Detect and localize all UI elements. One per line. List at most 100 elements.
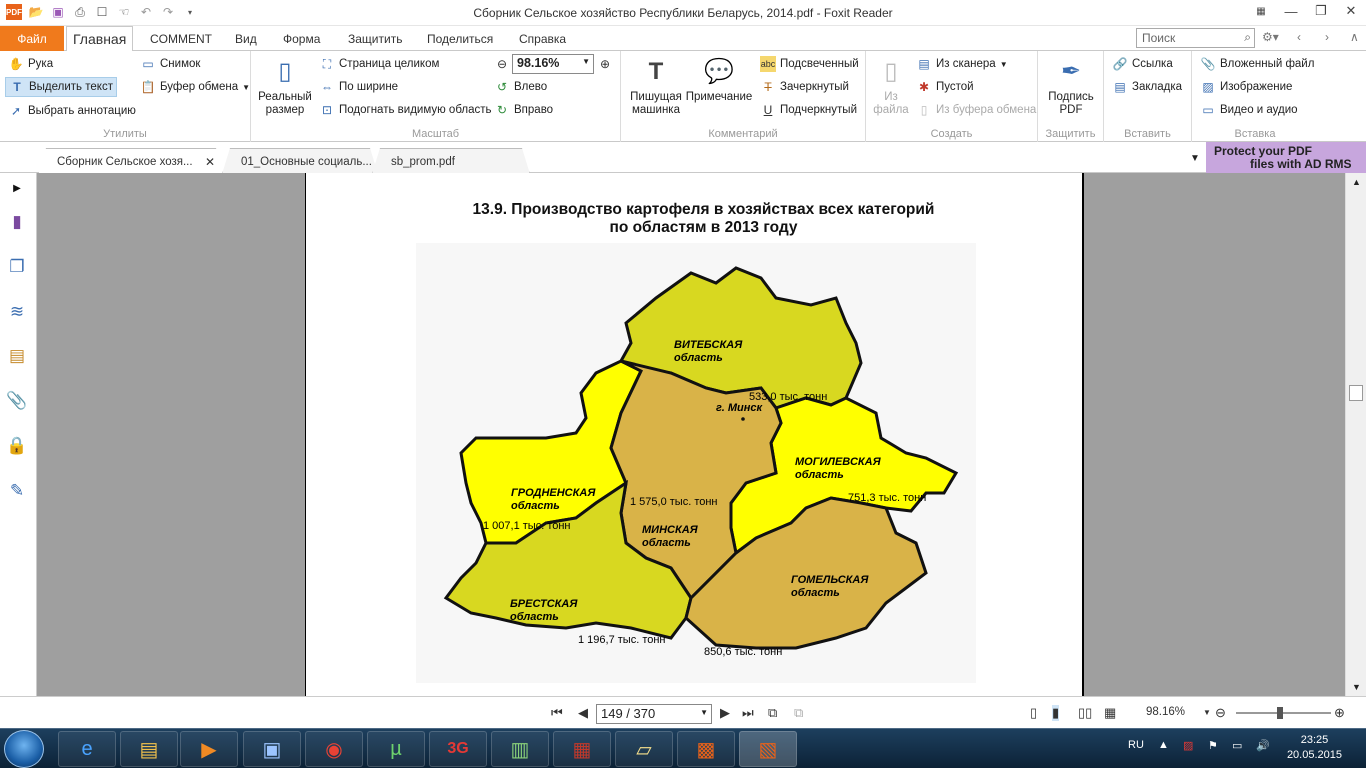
forward-icon[interactable]: › — [1325, 30, 1329, 44]
3g-modem-icon[interactable]: 3G — [429, 731, 487, 767]
clock[interactable]: 23:25 20.05.2015 — [1287, 733, 1342, 763]
first-page-icon[interactable]: ⏮ — [551, 705, 563, 721]
clipboard-button[interactable]: 📋 Буфер обмена ▼ — [140, 77, 251, 97]
tab-help[interactable]: Справка — [519, 26, 566, 51]
internet-explorer-icon[interactable]: e — [58, 731, 116, 767]
tab-home[interactable]: Главная — [66, 26, 134, 52]
note-button[interactable]: 💬 Примечание — [686, 55, 753, 104]
typewriter-button[interactable]: T Пишущая машинка — [629, 55, 683, 117]
security-icon[interactable]: 🔒 — [6, 435, 28, 457]
scroll-down-icon[interactable]: ▼ — [1352, 682, 1361, 692]
chrome-icon[interactable]: ◉ — [305, 731, 363, 767]
fit-visible-button[interactable]: ⊡ Подогнать видимую область — [319, 100, 492, 120]
zoom-out-icon[interactable]: ⊖ — [494, 56, 510, 72]
ad-banner[interactable]: Protect your PDF files with AD RMS — [1206, 142, 1366, 173]
doc-tab-1[interactable]: Сборник Сельское хозя... ✕ — [38, 148, 224, 175]
rotate-left-button[interactable]: ↺ Влево — [494, 77, 547, 97]
previous-page-icon[interactable]: ◀ — [578, 705, 588, 721]
bookmarks-icon[interactable]: ▮ — [6, 211, 28, 233]
select-annotation-tool[interactable]: ➚ Выбрать аннотацию — [8, 101, 136, 121]
previous-view-icon[interactable]: ⧉ — [768, 705, 777, 721]
pages-icon[interactable]: ❐ — [6, 256, 28, 278]
minimize-button[interactable]: — — [1276, 0, 1306, 22]
link-button[interactable]: 🔗 Ссылка — [1112, 54, 1173, 74]
media-player-icon[interactable]: ▶ — [180, 731, 238, 767]
bookmark-button[interactable]: ▤ Закладка — [1112, 77, 1182, 97]
snapshot-tool[interactable]: ▭ Снимок — [140, 54, 200, 74]
expand-panel-icon[interactable]: ▶ — [6, 177, 28, 199]
blank-button[interactable]: ✱ Пустой — [916, 77, 974, 97]
tab-share[interactable]: Поделиться — [427, 26, 493, 51]
hand-tool[interactable]: ✋ Рука — [8, 54, 54, 74]
zoom-in-icon[interactable]: ⊕ — [597, 56, 613, 72]
tray-expand-icon[interactable]: ▲ — [1158, 739, 1169, 751]
winrar-icon[interactable]: ▦ — [553, 731, 611, 767]
highlight-button[interactable]: abc Подсвеченный — [760, 54, 859, 74]
video-audio-button[interactable]: ▭ Видео и аудио — [1200, 100, 1297, 120]
zoom-in-icon[interactable]: ⊕ — [1334, 705, 1345, 721]
strikeout-button[interactable]: T Зачеркнутый — [760, 77, 849, 97]
foxit-reader-taskbar-icon[interactable]: ▧ — [739, 731, 797, 767]
signature-icon[interactable]: ✎ — [6, 480, 28, 502]
tab-form[interactable]: Форма — [283, 26, 320, 51]
scroll-up-icon[interactable]: ▲ — [1352, 177, 1361, 187]
vertical-scrollbar[interactable]: ▲ ▼ — [1345, 173, 1366, 696]
device-icon[interactable]: ▭ — [1232, 739, 1242, 752]
rotate-right-button[interactable]: ↻ Вправо — [494, 100, 553, 120]
actual-size-button[interactable]: ▯ Реальный размер — [257, 55, 313, 117]
comments-icon[interactable]: ▤ — [6, 345, 28, 367]
collapse-ribbon-icon[interactable]: ∧ — [1350, 30, 1359, 44]
start-button[interactable] — [4, 730, 44, 768]
from-file-button[interactable]: ▯ Из файла — [872, 55, 910, 117]
maximize-button[interactable]: ❐ — [1306, 0, 1336, 22]
last-page-icon[interactable]: ⏭ — [742, 705, 754, 721]
fit-width-button[interactable]: ⇔ По ширине — [319, 77, 398, 97]
zoom-slider-thumb[interactable] — [1277, 707, 1283, 719]
close-button[interactable]: ✕ — [1336, 0, 1366, 22]
tab-view[interactable]: Вид — [235, 26, 257, 51]
page-number-input[interactable]: 149 / 370 ▼ — [596, 704, 712, 724]
search-icon[interactable]: ⌕ — [1244, 30, 1251, 45]
presentation-icon[interactable]: ▩ — [677, 731, 735, 767]
continuous-facing-icon[interactable]: ▦ — [1104, 705, 1116, 721]
tab-protect[interactable]: Защитить — [348, 26, 402, 51]
tabs-dropdown-icon[interactable]: ▼ — [1190, 153, 1200, 164]
attachment-button[interactable]: 📎 Вложенный файл — [1200, 54, 1315, 74]
zoom-slider[interactable] — [1236, 712, 1331, 714]
attachments-icon[interactable]: 📎 — [6, 390, 28, 412]
close-tab-icon[interactable]: ✕ — [205, 155, 215, 169]
sticky-notes-icon[interactable]: ▱ — [615, 731, 673, 767]
single-page-icon[interactable]: ▯ — [1030, 705, 1037, 721]
next-view-icon[interactable]: ⧉ — [794, 705, 803, 721]
volume-icon[interactable]: 🔊 — [1256, 739, 1270, 752]
sign-pdf-button[interactable]: ✒ Подпись PDF — [1044, 55, 1098, 117]
from-scanner-button[interactable]: ▤ Из сканера ▼ — [916, 54, 1007, 74]
language-indicator[interactable]: RU — [1128, 739, 1144, 751]
save-disk-icon[interactable]: ▣ — [243, 731, 301, 767]
zoom-select[interactable]: 98.16% ▼ — [512, 54, 594, 74]
tab-file[interactable]: Файл — [0, 26, 64, 51]
facing-page-icon[interactable]: ▯▯ — [1078, 705, 1092, 721]
from-clipboard-button[interactable]: ▯ Из буфера обмена — [916, 100, 1037, 120]
ribbon-options-icon[interactable]: ▦ — [1246, 0, 1276, 22]
layers-icon[interactable]: ≋ — [6, 301, 28, 323]
next-page-icon[interactable]: ▶ — [720, 705, 730, 721]
doc-tab-2[interactable]: 01_Основные социаль... — [222, 148, 378, 174]
utorrent-icon[interactable]: µ — [367, 731, 425, 767]
image-button[interactable]: ▨ Изображение — [1200, 77, 1292, 97]
network-icon[interactable]: ▨ — [1183, 739, 1193, 752]
flag-icon[interactable]: ⚑ — [1208, 739, 1218, 752]
doc-tab-3[interactable]: sb_prom.pdf — [372, 148, 530, 174]
zoom-dropdown-icon[interactable]: ▼ — [1203, 708, 1211, 717]
continuous-page-icon[interactable]: ▮ — [1052, 705, 1060, 721]
document-viewer[interactable]: 13.9. Производство картофеля в хозяйства… — [37, 173, 1345, 696]
scrollbar-thumb[interactable] — [1349, 385, 1363, 401]
underline-button[interactable]: U Подчеркнутый — [760, 100, 857, 120]
settings-icon[interactable]: ⚙▾ — [1262, 30, 1279, 44]
task-manager-icon[interactable]: ▥ — [491, 731, 549, 767]
zoom-out-icon[interactable]: ⊖ — [1215, 705, 1226, 721]
tab-comment[interactable]: COMMENT — [150, 26, 212, 51]
back-icon[interactable]: ‹ — [1297, 30, 1301, 44]
search-input[interactable]: Поиск ⌕ — [1136, 28, 1255, 48]
explorer-icon[interactable]: ▤ — [120, 731, 178, 767]
